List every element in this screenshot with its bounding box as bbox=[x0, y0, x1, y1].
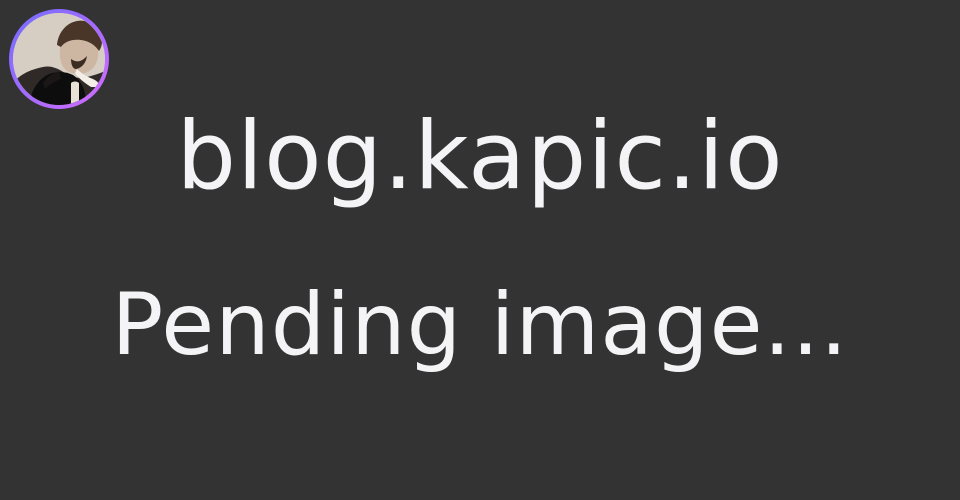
avatar-photo bbox=[13, 13, 105, 105]
site-title: blog.kapic.io bbox=[176, 102, 784, 211]
status-message: Pending image... bbox=[111, 275, 849, 375]
avatar bbox=[9, 9, 109, 109]
